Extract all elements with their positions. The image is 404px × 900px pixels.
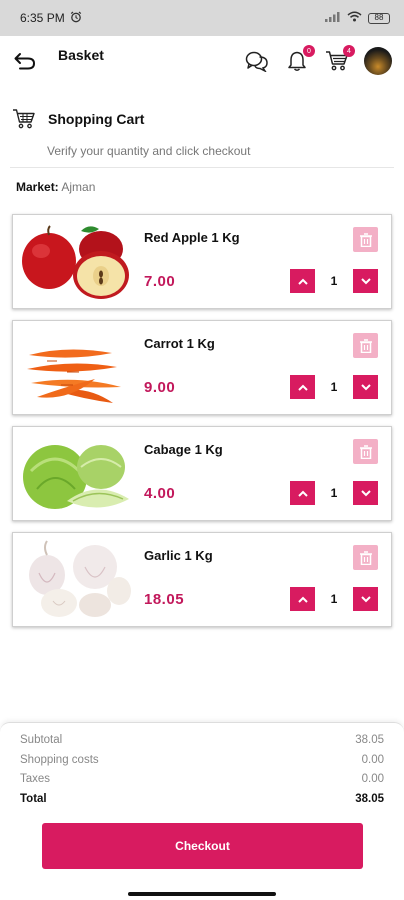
decrease-button[interactable] (353, 481, 378, 505)
wifi-icon (347, 11, 362, 25)
checkout-button[interactable]: Checkout (42, 823, 363, 869)
cart-item: Cabage 1 Kg 4.00 1 (12, 426, 392, 521)
total-row: Total 38.05 (20, 793, 384, 813)
market-label: Market: (16, 180, 59, 194)
status-bar: 6:35 PM 88 (0, 0, 404, 36)
garlic-image (29, 540, 131, 617)
status-time: 6:35 PM (20, 11, 65, 25)
section-title: Shopping Cart (48, 111, 145, 127)
quantity-value: 1 (330, 380, 338, 394)
trash-icon (359, 338, 372, 353)
chevron-up-icon (297, 278, 308, 285)
battery-icon: 88 (368, 12, 390, 24)
item-name: Garlic 1 Kg (144, 548, 213, 563)
increase-button[interactable] (290, 481, 315, 505)
chevron-up-icon (297, 384, 308, 391)
shopping-cart-icon (13, 109, 35, 129)
cart-item: Garlic 1 Kg 18.05 1 (12, 532, 392, 627)
avatar[interactable] (364, 47, 392, 75)
notifications-button[interactable]: 0 (284, 45, 315, 74)
alarm-icon (70, 11, 82, 26)
taxes-value: 0.00 (361, 773, 384, 785)
cabbage-image (23, 445, 129, 509)
quantity-value: 1 (330, 592, 338, 606)
quantity-stepper: 1 (290, 375, 378, 399)
item-price: 9.00 (144, 379, 176, 396)
item-price: 18.05 (144, 591, 185, 608)
chevron-down-icon (360, 277, 371, 284)
item-name: Carrot 1 Kg (144, 336, 215, 351)
delete-button[interactable] (353, 439, 378, 464)
quantity-stepper: 1 (290, 269, 378, 293)
market-info: Market: Ajman (0, 168, 404, 194)
taxes-row: Taxes 0.00 (20, 773, 384, 793)
shipping-row: Shopping costs 0.00 (20, 754, 384, 774)
home-indicator[interactable] (128, 892, 276, 896)
item-price: 7.00 (144, 273, 176, 290)
chevron-up-icon (297, 596, 308, 603)
chevron-down-icon (360, 383, 371, 390)
decrease-button[interactable] (353, 587, 378, 611)
delete-button[interactable] (353, 545, 378, 570)
subtotal-label: Subtotal (20, 734, 63, 746)
signal-icon (325, 11, 341, 25)
delete-button[interactable] (353, 333, 378, 358)
increase-button[interactable] (290, 375, 315, 399)
total-value: 38.05 (355, 792, 384, 805)
section-subtitle: Verify your quantity and click checkout (47, 144, 251, 158)
page-title: Basket (58, 47, 104, 63)
back-arrow-icon (14, 53, 36, 70)
decrease-button[interactable] (353, 375, 378, 399)
quantity-stepper: 1 (290, 587, 378, 611)
taxes-label: Taxes (20, 773, 51, 785)
quantity-value: 1 (330, 486, 338, 500)
total-label: Total (20, 792, 47, 805)
chevron-up-icon (297, 490, 308, 497)
cart-item: Red Apple 1 Kg 7.00 1 (12, 214, 392, 309)
shipping-value: 0.00 (361, 753, 384, 766)
cart-button[interactable]: 4 (324, 45, 355, 74)
trash-icon (359, 444, 372, 459)
quantity-value: 1 (330, 274, 338, 288)
shipping-label: Shopping costs (20, 753, 99, 766)
quantity-stepper: 1 (290, 481, 378, 505)
cart-badge: 4 (343, 45, 355, 57)
market-value: Ajman (61, 180, 96, 194)
app-bar: Basket 0 4 (0, 36, 404, 86)
trash-icon (359, 232, 372, 247)
section-header: Shopping Cart (0, 86, 404, 130)
decrease-button[interactable] (353, 269, 378, 293)
delete-button[interactable] (353, 227, 378, 252)
apple-image (22, 225, 129, 299)
chat-icon (245, 51, 268, 72)
carrot-image (27, 349, 121, 403)
increase-button[interactable] (290, 269, 315, 293)
notifications-badge: 0 (303, 45, 315, 57)
item-price: 4.00 (144, 485, 176, 502)
chat-button[interactable] (244, 48, 270, 74)
subtotal-value: 38.05 (355, 734, 384, 746)
chevron-down-icon (360, 489, 371, 496)
chevron-down-icon (360, 595, 371, 602)
cart-items-list: Red Apple 1 Kg 7.00 1 Carrot 1 Kg 9.00 1 (0, 194, 404, 627)
trash-icon (359, 550, 372, 565)
cart-item: Carrot 1 Kg 9.00 1 (12, 320, 392, 415)
item-name: Cabage 1 Kg (144, 442, 223, 457)
increase-button[interactable] (290, 587, 315, 611)
back-button[interactable] (12, 48, 38, 74)
order-summary: Subtotal 38.05 Shopping costs 0.00 Taxes… (0, 722, 404, 900)
item-name: Red Apple 1 Kg (144, 230, 240, 245)
subtotal-row: Subtotal 38.05 (20, 734, 384, 754)
